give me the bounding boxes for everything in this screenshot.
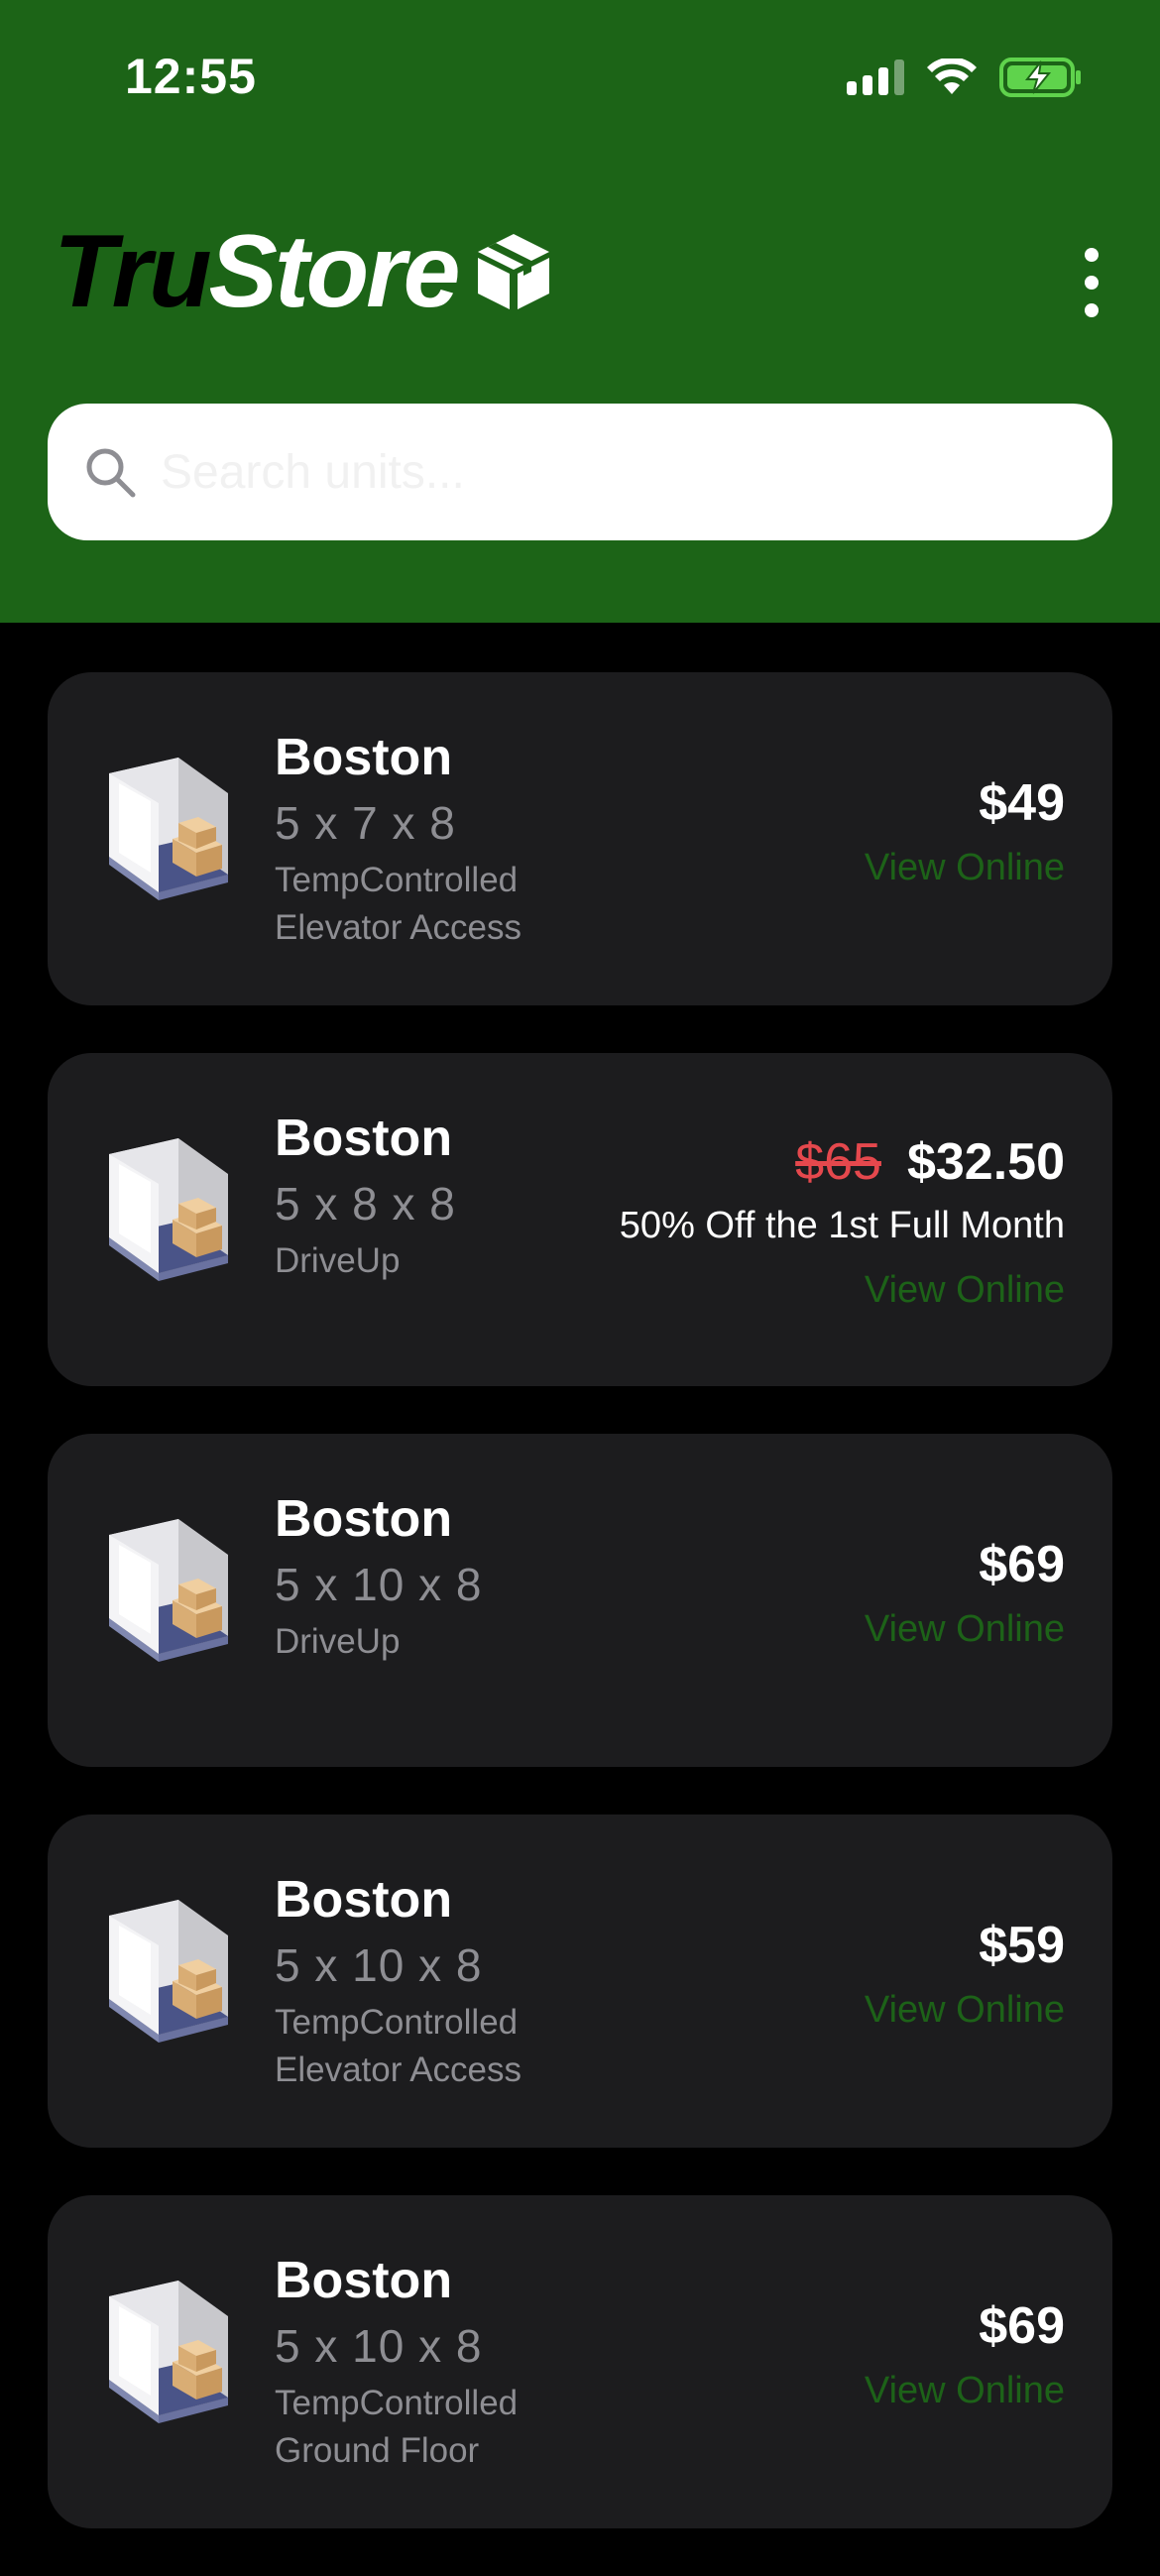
unit-card[interactable]: Boston 5 x 7 x 8 TempControlled Elevator… [48,672,1112,1005]
unit-city: Boston [275,1871,453,1929]
unit-feature: DriveUp [275,1241,401,1280]
unit-pricing: $59 View Online [865,1914,1065,2043]
unit-feature: Elevator Access [275,908,522,947]
battery-charging-icon [999,58,1081,97]
view-online-link[interactable]: View Online [865,1977,1065,2043]
unit-pricing: $65 $32.50 50% Off the 1st Full Month Vie… [620,1130,1065,1323]
logo-text-tru: Tru [54,214,212,329]
status-icons [847,58,1083,97]
unit-card[interactable]: Boston 5 x 10 x 8 DriveUp $69 View Onlin… [48,1434,1112,1767]
more-vertical-icon-dot [1085,248,1099,262]
view-online-link[interactable]: View Online [865,2358,1065,2423]
app-header: 12:55 Tru Store [0,0,1160,623]
more-vertical-icon-dot [1085,276,1099,290]
unit-info: Boston 5 x 7 x 8 TempControlled Elevator… [275,726,522,952]
wifi-icon [927,59,977,94]
unit-card[interactable]: Boston 5 x 8 x 8 DriveUp $65 $32.50 50% O… [48,1053,1112,1386]
unit-feature: Ground Floor [275,2431,480,2470]
unit-feature: TempControlled [275,2384,519,2422]
unit-price: $69 [979,1536,1065,1593]
logo-text-store: Store [208,214,461,329]
search-icon [86,448,136,498]
unit-price: $32.50 [906,1133,1065,1191]
unit-info: Boston 5 x 8 x 8 DriveUp [275,1107,456,1285]
storage-unit-illustration [109,1138,228,1281]
unit-dimensions: 5 x 10 x 8 [275,1939,483,1991]
unit-city: Boston [275,2252,453,2309]
search-bar[interactable] [48,404,1112,540]
unit-price: $69 [979,2297,1065,2355]
storage-unit-illustration [109,1519,228,1662]
status-time: 12:55 [125,49,257,104]
cellular-signal-icon [847,59,904,95]
promo-text: 50% Off the 1st Full Month [619,1205,1065,1246]
unit-feature: TempControlled [275,2003,519,2042]
storage-unit-illustration [109,1900,228,2043]
unit-pricing: $69 View Online [865,1533,1065,1662]
unit-pricing: $49 View Online [865,771,1065,900]
unit-city: Boston [275,729,453,786]
unit-price: $49 [979,774,1065,832]
app-logo: Tru Store [54,220,555,323]
unit-pricing: $69 View Online [865,2294,1065,2423]
unit-card[interactable]: Boston 5 x 10 x 8 TempControlled Ground … [48,2195,1112,2528]
unit-feature: TempControlled [275,861,519,899]
unit-card[interactable]: Boston 5 x 10 x 8 TempControlled Elevato… [48,1815,1112,2148]
more-menu-button[interactable] [1059,234,1124,331]
more-vertical-icon-dot [1085,303,1099,317]
storage-unit-illustration [109,2281,228,2423]
view-online-link[interactable]: View Online [865,1596,1065,1662]
unit-list: Boston 5 x 7 x 8 TempControlled Elevator… [48,672,1112,2576]
unit-dimensions: 5 x 10 x 8 [275,1559,483,1610]
unit-city: Boston [275,1110,453,1167]
unit-info: Boston 5 x 10 x 8 TempControlled Elevato… [275,1868,522,2094]
unit-feature: Elevator Access [275,2050,522,2089]
unit-dimensions: 5 x 8 x 8 [275,1178,456,1229]
box-icon [477,234,549,309]
unit-dimensions: 5 x 10 x 8 [275,2320,483,2372]
search-input[interactable] [161,444,1053,500]
view-online-link[interactable]: View Online [865,835,1065,900]
unit-info: Boston 5 x 10 x 8 DriveUp [275,1487,482,1666]
original-price: $65 [795,1133,881,1191]
unit-city: Boston [275,1490,453,1548]
unit-price: $59 [979,1917,1065,1974]
unit-dimensions: 5 x 7 x 8 [275,797,456,849]
unit-price-row: $65 $32.50 [620,1130,1065,1194]
unit-info: Boston 5 x 10 x 8 TempControlled Ground … [275,2249,518,2475]
unit-feature: DriveUp [275,1622,401,1661]
storage-unit-illustration [109,758,228,900]
view-online-link[interactable]: View Online [865,1257,1065,1323]
